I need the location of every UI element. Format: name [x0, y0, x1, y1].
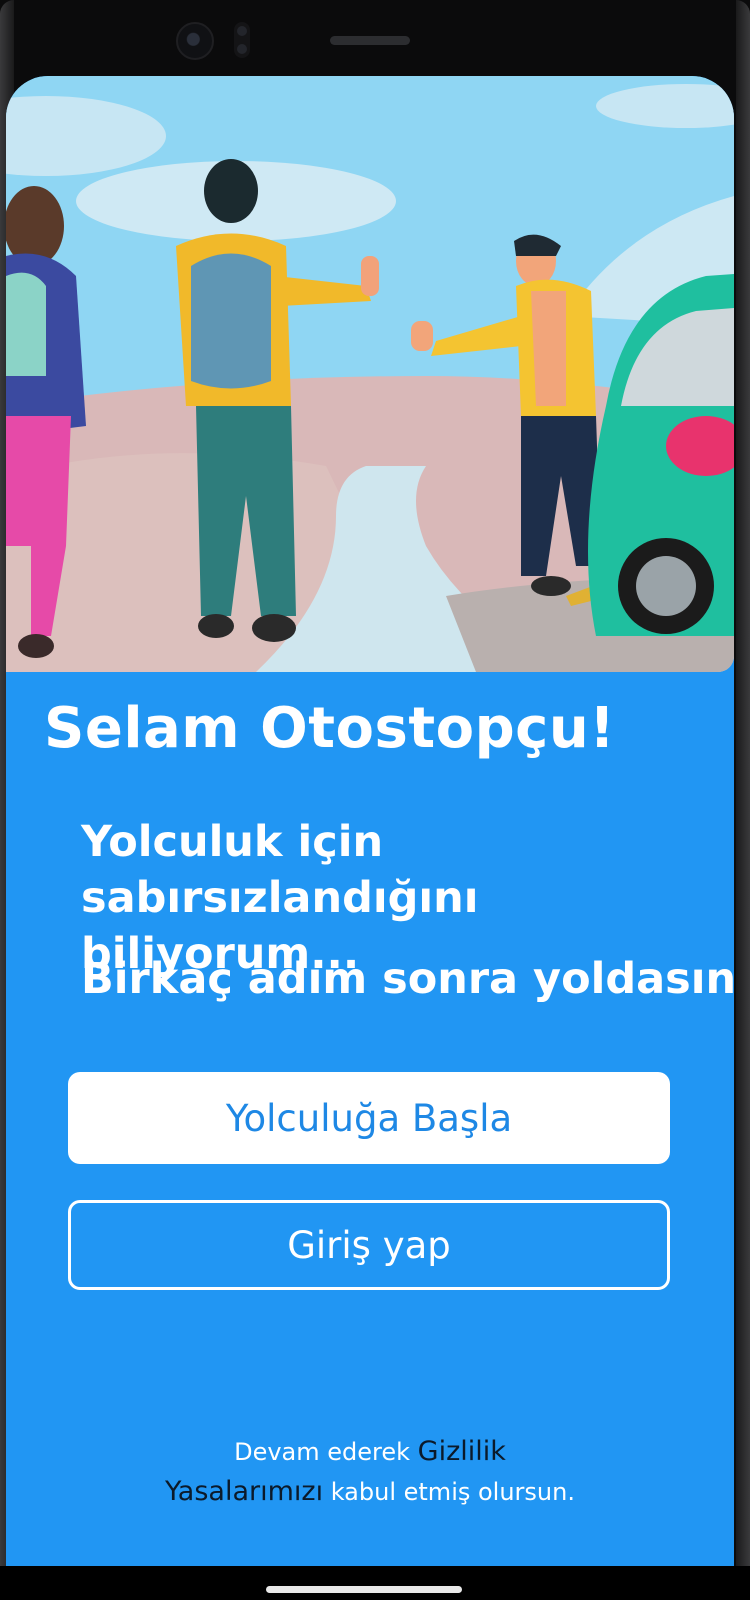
hitchhikers-illustration-image — [6, 76, 734, 672]
app-screen: Selam Otostopçu! Yolculuk için sabırsızl… — [6, 76, 734, 1566]
page-title: Selam Otostopçu! — [44, 696, 616, 761]
proximity-sensor-icon — [234, 22, 250, 58]
login-label: Giriş yap — [287, 1223, 451, 1267]
earpiece-speaker-icon — [330, 36, 410, 45]
legal-notice: Devam ederek Gizlilik Yasalarımızı kabul… — [6, 1432, 734, 1512]
start-journey-button[interactable]: Yolculuğa Başla — [68, 1072, 670, 1164]
welcome-secondary-text: Birkaç adım sonra yoldasın :) — [81, 954, 734, 1004]
subtitle-line-1: Yolculuk için — [81, 817, 384, 867]
system-navigation-bar — [0, 1566, 750, 1600]
hero-illustration — [6, 76, 734, 672]
login-button[interactable]: Giriş yap — [68, 1200, 670, 1290]
start-journey-label: Yolculuğa Başla — [225, 1096, 513, 1140]
phone-device: Selam Otostopçu! Yolculuk için sabırsızl… — [0, 0, 750, 1600]
front-camera-icon — [176, 22, 214, 60]
legal-suffix: kabul etmiş olursun. — [323, 1478, 575, 1506]
home-indicator[interactable] — [266, 1586, 462, 1593]
privacy-policy-link-part-1[interactable]: Gizlilik — [418, 1436, 506, 1467]
legal-prefix: Devam ederek — [234, 1438, 418, 1466]
privacy-policy-link-part-2[interactable]: Yasalarımızı — [165, 1476, 323, 1507]
phone-bezel-right — [736, 0, 750, 1600]
